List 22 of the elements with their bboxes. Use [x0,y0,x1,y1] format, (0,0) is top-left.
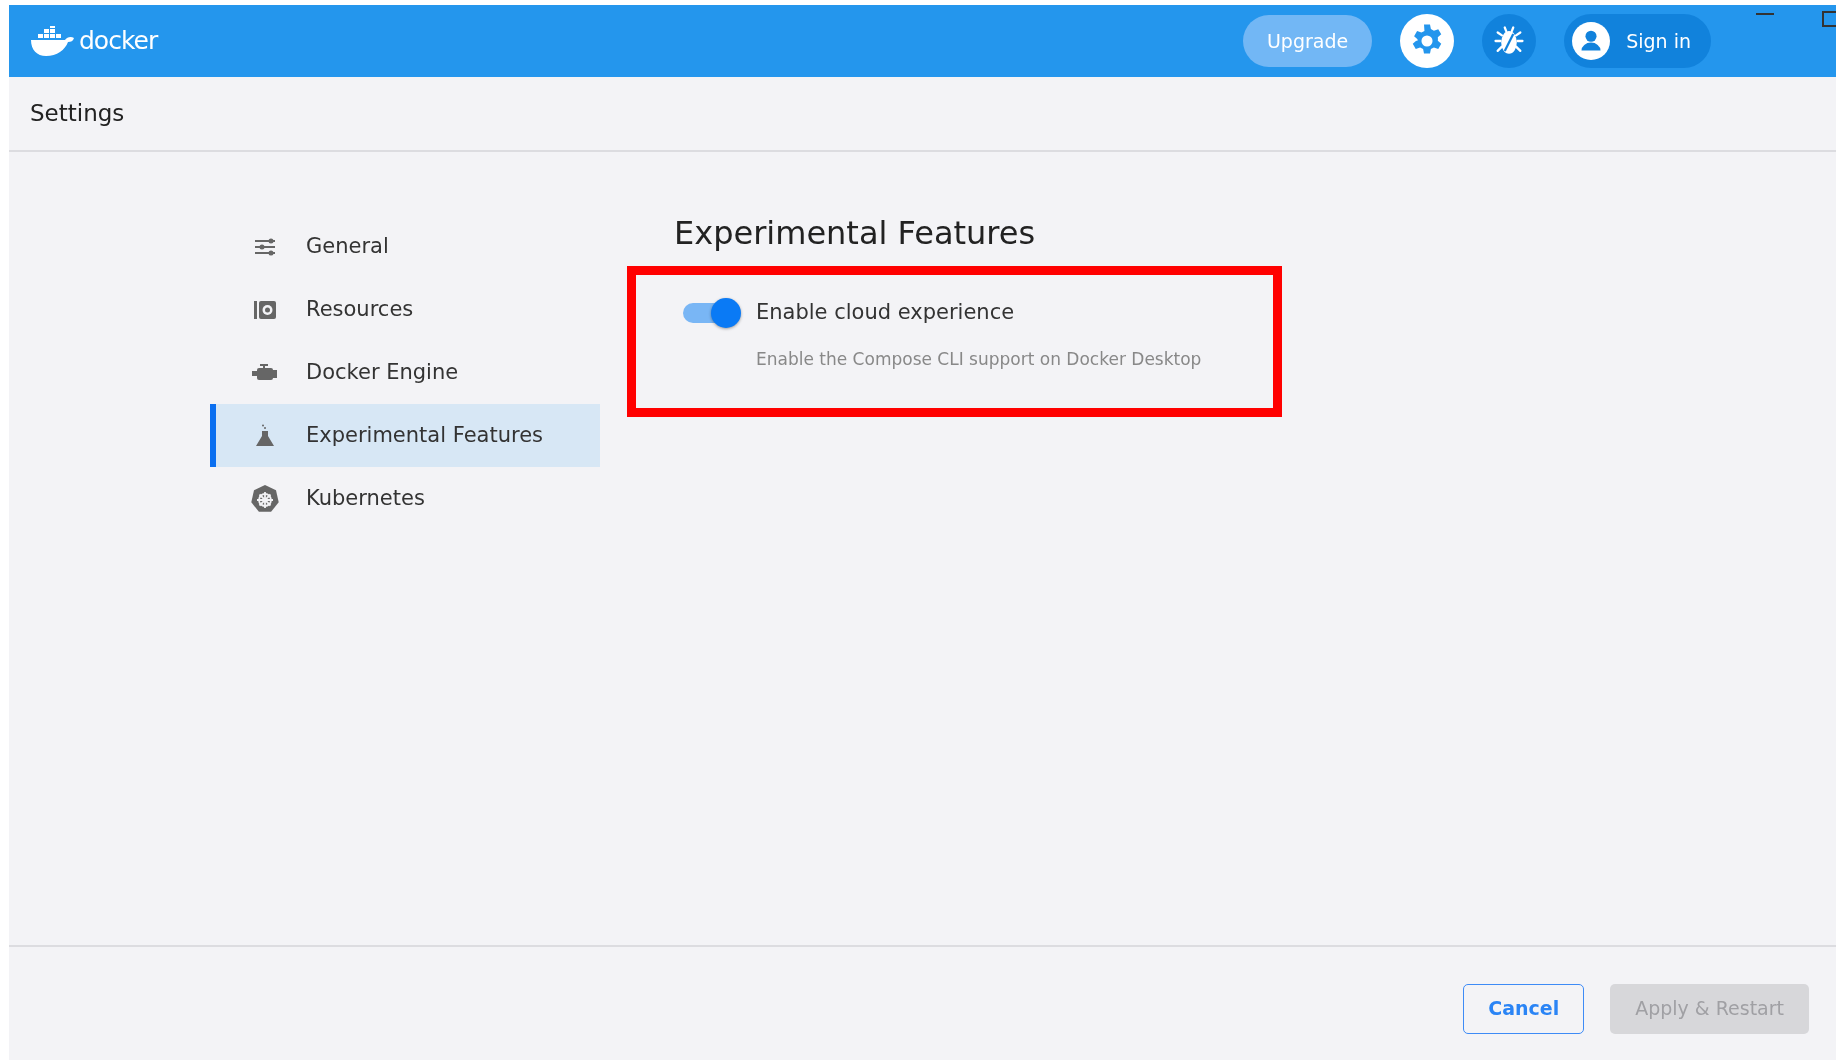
logo-text: docker [79,25,158,58]
settings-button[interactable] [1400,14,1455,68]
sidebar-item[interactable]: General [210,215,600,278]
section-title: Experimental Features [674,213,1037,254]
sign-in-button[interactable]: Sign in [1564,14,1711,68]
disk-icon [254,299,276,320]
troubleshoot-button[interactable] [1482,14,1537,68]
toggle-switch[interactable] [683,297,741,328]
maximize-icon[interactable] [1822,11,1836,27]
helm-wheel-icon [250,483,280,514]
engine-icon [252,363,278,382]
sidebar-item[interactable]: Kubernetes [210,467,600,530]
sliders-icon [254,237,276,256]
page-title: Settings [30,99,125,129]
user-icon [1572,22,1611,60]
sidebar-item[interactable]: Experimental Features [210,404,600,467]
sidebar-item[interactable]: Resources [210,278,600,341]
setting-label: Enable cloud experience [756,299,1015,326]
whale-icon [29,26,77,59]
setting-description: Enable the Compose CLI support on Docker Desktop [756,347,1203,371]
sidebar-item[interactable]: Docker Engine [210,341,600,404]
flask-icon [256,423,274,448]
